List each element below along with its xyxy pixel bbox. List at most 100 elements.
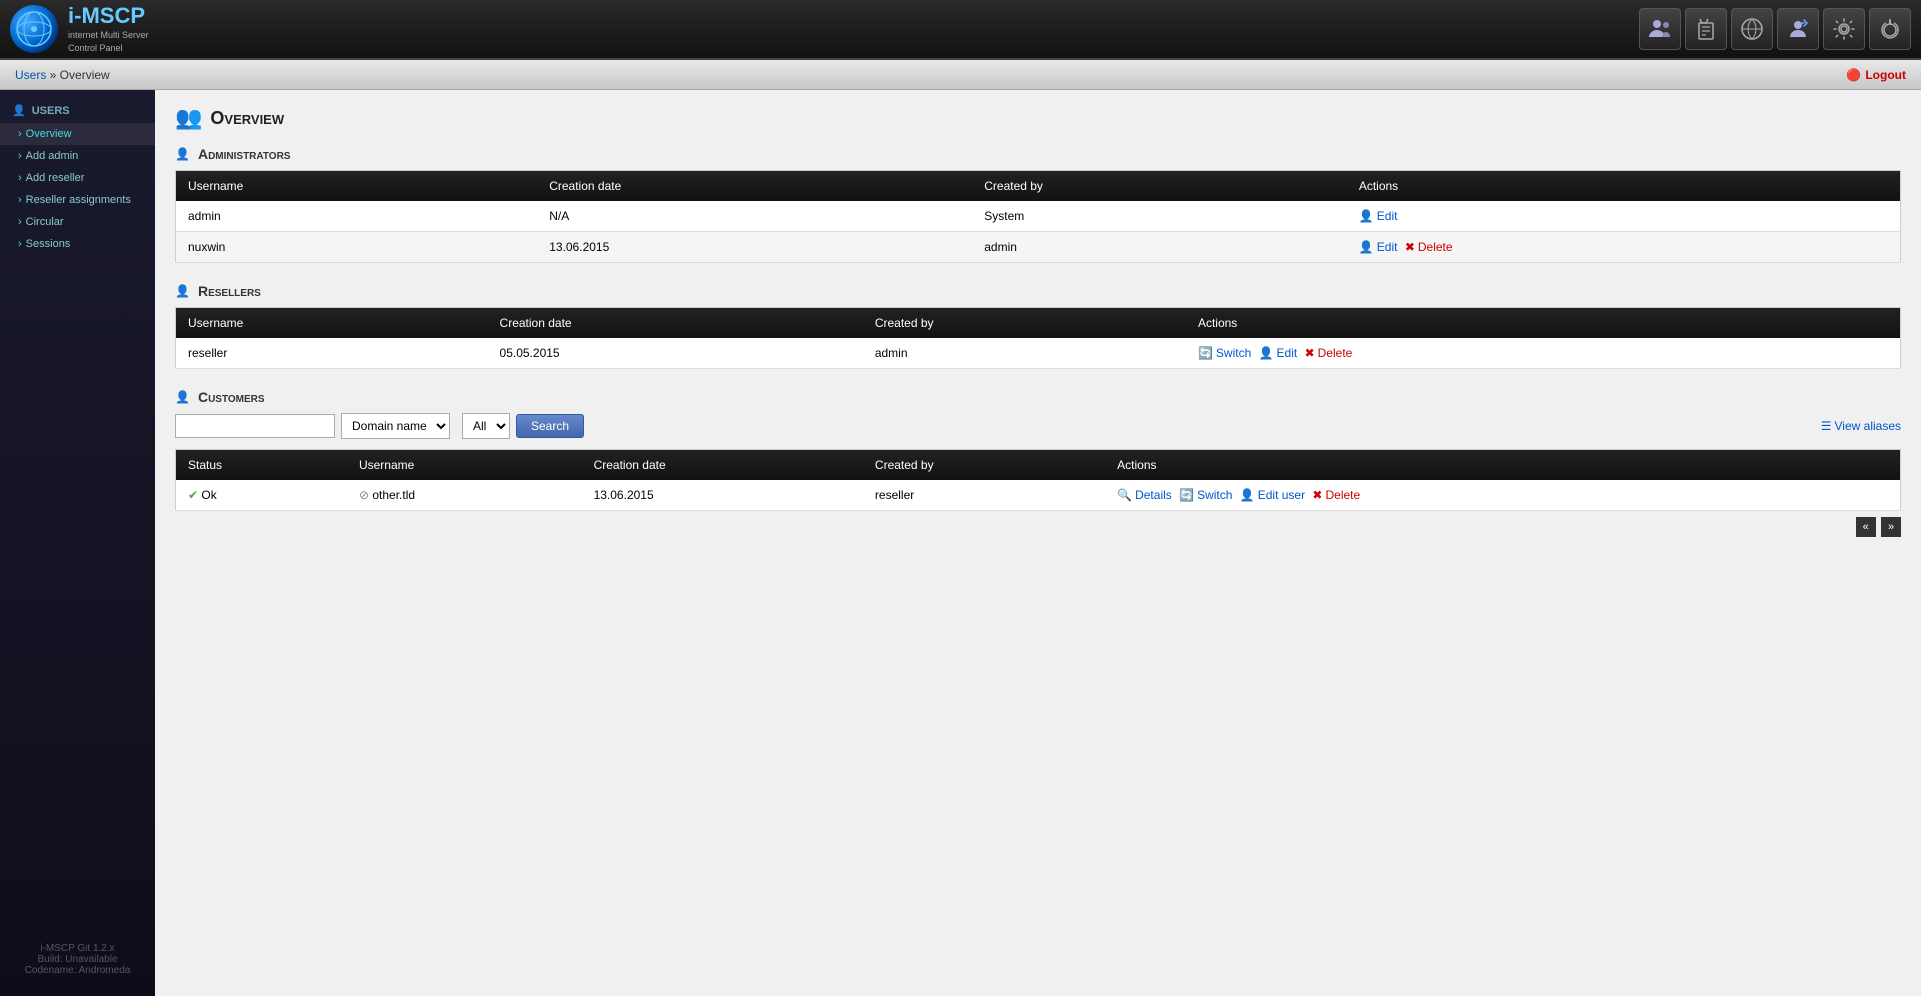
customers-search-bar: Domain name All Search ☰ View aliases bbox=[175, 413, 1901, 439]
reseller-created-by: admin bbox=[863, 338, 1186, 369]
reseller-actions: 🔄 Switch 👤 Edit ✖ Delete bbox=[1186, 338, 1901, 369]
col-actions: Actions bbox=[1186, 308, 1901, 339]
col-username: Username bbox=[176, 308, 488, 339]
customer-delete-link[interactable]: ✖ Delete bbox=[1312, 488, 1360, 502]
logout-button[interactable]: 🔴 Logout bbox=[1846, 68, 1906, 82]
customer-details-link[interactable]: 🔍 Details bbox=[1117, 488, 1172, 502]
sidebar-footer: i-MSCP Git 1.2.x Build: Unavailable Code… bbox=[0, 933, 155, 986]
list-icon: ☰ bbox=[1821, 419, 1832, 433]
nuxwin-actions: 👤 Edit ✖ Delete bbox=[1347, 232, 1901, 263]
customer-actions: 🔍 Details 🔄 Switch 👤 Edit user bbox=[1105, 480, 1900, 511]
status-select[interactable]: All bbox=[462, 413, 510, 439]
edit-icon: 👤 bbox=[1359, 209, 1374, 223]
sidebar-item-label: Circular bbox=[26, 216, 64, 228]
users-section-icon: 👤 bbox=[12, 104, 26, 117]
sidebar-item-add-reseller[interactable]: Add reseller bbox=[0, 167, 155, 189]
content-area: 👥 Overview 👤 Administrators Username Cre… bbox=[155, 90, 1921, 996]
sidebar-item-overview[interactable]: Overview bbox=[0, 123, 155, 145]
search-button[interactable]: Search bbox=[516, 414, 584, 438]
sidebar-section-header: 👤 Users bbox=[0, 98, 155, 123]
sidebar-item-label: Add admin bbox=[26, 150, 79, 162]
details-icon: 🔍 bbox=[1117, 488, 1132, 502]
customer-edit-link[interactable]: 👤 Edit user bbox=[1240, 488, 1305, 502]
administrators-table: Username Creation date Created by Action… bbox=[175, 170, 1901, 263]
admin-username: admin bbox=[176, 201, 538, 232]
customer-switch-link[interactable]: 🔄 Switch bbox=[1179, 488, 1232, 502]
col-actions: Actions bbox=[1347, 171, 1901, 202]
nav-users-icon[interactable] bbox=[1639, 8, 1681, 50]
sidebar-item-label: Sessions bbox=[26, 238, 71, 250]
status-ok-icon: ✔ bbox=[188, 488, 198, 502]
table-row: reseller 05.05.2015 admin 🔄 Switch 👤 Edi… bbox=[176, 338, 1901, 369]
resellers-icon: 👤 bbox=[175, 284, 190, 298]
page-title-area: 👥 Overview bbox=[175, 105, 1901, 131]
customer-username: ⊘ other.tld bbox=[347, 480, 582, 511]
logo-icon bbox=[10, 5, 58, 53]
customer-status: ✔ Ok bbox=[176, 480, 347, 511]
breadcrumb-bar: Users » Overview 🔴 Logout bbox=[0, 60, 1921, 90]
resellers-section: 👤 Resellers Username Creation date Creat… bbox=[175, 283, 1901, 369]
delete-icon: ✖ bbox=[1305, 346, 1315, 360]
reseller-edit-link[interactable]: 👤 Edit bbox=[1259, 346, 1298, 360]
nuxwin-created-by: admin bbox=[972, 232, 1347, 263]
brand-name: i-MSCP bbox=[68, 3, 149, 29]
resellers-table-header: Username Creation date Created by Action… bbox=[176, 308, 1901, 339]
col-creation-date: Creation date bbox=[582, 450, 863, 481]
sidebar-item-circular[interactable]: Circular bbox=[0, 211, 155, 233]
first-page-button[interactable]: « bbox=[1856, 517, 1876, 537]
logo-text: i-MSCP internet Multi ServerControl Pane… bbox=[68, 3, 149, 54]
sidebar-item-sessions[interactable]: Sessions bbox=[0, 233, 155, 255]
nuxwin-username: nuxwin bbox=[176, 232, 538, 263]
col-username: Username bbox=[176, 171, 538, 202]
customers-table: Status Username Creation date Created by… bbox=[175, 449, 1901, 511]
reseller-username: reseller bbox=[176, 338, 488, 369]
resellers-section-header: 👤 Resellers bbox=[175, 283, 1901, 299]
administrators-section: 👤 Administrators Username Creation date … bbox=[175, 146, 1901, 263]
top-icons bbox=[1639, 8, 1911, 50]
nav-tools-icon[interactable] bbox=[1685, 8, 1727, 50]
customers-title: Customers bbox=[198, 389, 265, 405]
sidebar-item-label: Overview bbox=[26, 128, 72, 140]
search-input[interactable] bbox=[175, 414, 335, 438]
nav-reseller-icon[interactable] bbox=[1777, 8, 1819, 50]
delete-icon: ✖ bbox=[1312, 488, 1322, 502]
col-created-by: Created by bbox=[863, 308, 1186, 339]
edit-user-icon: 👤 bbox=[1240, 488, 1255, 502]
top-bar: i-MSCP internet Multi ServerControl Pane… bbox=[0, 0, 1921, 60]
col-actions: Actions bbox=[1105, 450, 1900, 481]
reseller-delete-link[interactable]: ✖ Delete bbox=[1305, 346, 1353, 360]
breadcrumb-users-link[interactable]: Users bbox=[15, 68, 46, 82]
sidebar-item-add-admin[interactable]: Add admin bbox=[0, 145, 155, 167]
table-row: ✔ Ok ⊘ other.tld 13.06.2015 reseller 🔍 bbox=[176, 480, 1901, 511]
view-aliases-link[interactable]: ☰ View aliases bbox=[1821, 419, 1901, 433]
nuxwin-creation-date: 13.06.2015 bbox=[537, 232, 972, 263]
nuxwin-edit-link[interactable]: 👤 Edit bbox=[1359, 240, 1398, 254]
edit-icon: 👤 bbox=[1259, 346, 1274, 360]
page-title: Overview bbox=[210, 108, 284, 129]
nuxwin-delete-link[interactable]: ✖ Delete bbox=[1405, 240, 1453, 254]
breadcrumb: Users » Overview bbox=[15, 68, 110, 82]
sidebar-item-reseller-assignments[interactable]: Reseller assignments bbox=[0, 189, 155, 211]
col-creation-date: Creation date bbox=[488, 308, 863, 339]
customer-created-by: reseller bbox=[863, 480, 1105, 511]
admin-edit-link[interactable]: 👤 Edit bbox=[1359, 209, 1398, 223]
filter-select[interactable]: Domain name bbox=[341, 413, 450, 439]
reseller-switch-link[interactable]: 🔄 Switch bbox=[1198, 346, 1251, 360]
customers-section-header: 👤 Customers bbox=[175, 389, 1901, 405]
col-created-by: Created by bbox=[863, 450, 1105, 481]
logout-icon: 🔴 bbox=[1846, 68, 1861, 82]
administrators-section-header: 👤 Administrators bbox=[175, 146, 1901, 162]
pagination: « » bbox=[175, 511, 1901, 543]
last-page-button[interactable]: » bbox=[1881, 517, 1901, 537]
table-row: admin N/A System 👤 Edit bbox=[176, 201, 1901, 232]
sidebar: 👤 Users Overview Add admin Add reseller … bbox=[0, 90, 155, 996]
resellers-title: Resellers bbox=[198, 283, 261, 299]
col-username: Username bbox=[347, 450, 582, 481]
domain-icon: ⊘ bbox=[359, 488, 369, 502]
nav-settings-icon[interactable] bbox=[1823, 8, 1865, 50]
switch-icon: 🔄 bbox=[1179, 488, 1194, 502]
administrators-title: Administrators bbox=[198, 146, 291, 162]
nav-power-icon[interactable] bbox=[1869, 8, 1911, 50]
customer-creation-date: 13.06.2015 bbox=[582, 480, 863, 511]
nav-network-icon[interactable] bbox=[1731, 8, 1773, 50]
